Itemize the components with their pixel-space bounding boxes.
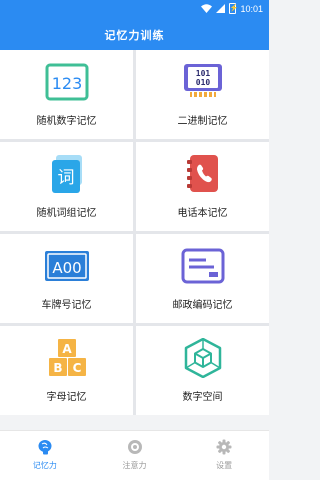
card-number-space[interactable]: 数字空间 xyxy=(136,326,269,415)
card-label: 电话本记忆 xyxy=(177,208,228,219)
phonebook-icon xyxy=(180,154,226,194)
plate-icon-text: A00 xyxy=(52,259,81,277)
card-postal-code[interactable]: 邮政编码记忆 xyxy=(136,234,269,323)
block-letter-c: C xyxy=(72,361,81,375)
tab-label: 设置 xyxy=(216,461,233,470)
binary-row-1: 101 xyxy=(195,69,210,78)
battery-charging-glyph: ⚡ xyxy=(229,5,239,12)
tab-attention[interactable]: 注意力 xyxy=(90,431,180,480)
block-letter-b: B xyxy=(53,361,62,375)
focus-target-icon xyxy=(127,440,142,454)
card-label: 随机数字记忆 xyxy=(36,116,97,127)
letter-blocks-icon: A B C xyxy=(44,338,90,378)
postal-envelope-icon xyxy=(180,246,226,286)
digits-123-icon: 123 xyxy=(44,62,90,102)
binary-display-icon: 101 010 xyxy=(180,62,226,102)
tab-label: 注意力 xyxy=(122,461,147,470)
card-label: 车牌号记忆 xyxy=(41,300,92,311)
app-header: ⚡ 10:01 记忆力训练 xyxy=(0,0,269,50)
card-label: 数字空间 xyxy=(182,392,223,403)
card-letters[interactable]: A B C 字母记忆 xyxy=(0,326,133,415)
license-plate-icon: A00 xyxy=(44,246,90,286)
word-card-icon: 词 xyxy=(44,154,90,194)
tab-memory[interactable]: 记忆力 xyxy=(0,431,90,480)
battery-icon: ⚡ xyxy=(229,3,239,14)
signal-icon xyxy=(216,4,226,13)
tab-label: 记忆力 xyxy=(32,461,57,470)
word-icon-text: 词 xyxy=(57,168,74,188)
card-label: 邮政编码记忆 xyxy=(172,300,233,311)
card-label: 二进制记忆 xyxy=(177,116,228,127)
card-label: 字母记忆 xyxy=(46,392,87,403)
status-time: 10:01 xyxy=(240,3,263,14)
binary-row-2: 010 xyxy=(195,78,210,87)
card-random-words[interactable]: 词 随机词组记忆 xyxy=(0,142,133,231)
card-license-plate[interactable]: A00 车牌号记忆 xyxy=(0,234,133,323)
status-bar: ⚡ 10:01 xyxy=(201,3,263,14)
wifi-icon xyxy=(201,4,213,13)
block-letter-a: A xyxy=(62,342,72,356)
card-phonebook[interactable]: 电话本记忆 xyxy=(136,142,269,231)
card-label: 随机词组记忆 xyxy=(36,208,97,219)
card-random-digits[interactable]: 123 随机数字记忆 xyxy=(0,50,133,139)
card-binary[interactable]: 101 010 二进制记忆 xyxy=(136,50,269,139)
number-space-cube-icon xyxy=(180,338,226,378)
digits-icon-text: 123 xyxy=(51,74,82,93)
tab-settings[interactable]: 设置 xyxy=(179,431,269,480)
brain-icon xyxy=(38,440,52,455)
gear-icon xyxy=(216,439,232,455)
bottom-tab-bar: 记忆力 注意力 设置 xyxy=(0,430,269,480)
training-grid: 123 随机数字记忆 101 010 二进制记忆 词 随机词组记忆 电话本记忆 … xyxy=(0,50,269,415)
page-title: 记忆力训练 xyxy=(104,29,165,42)
